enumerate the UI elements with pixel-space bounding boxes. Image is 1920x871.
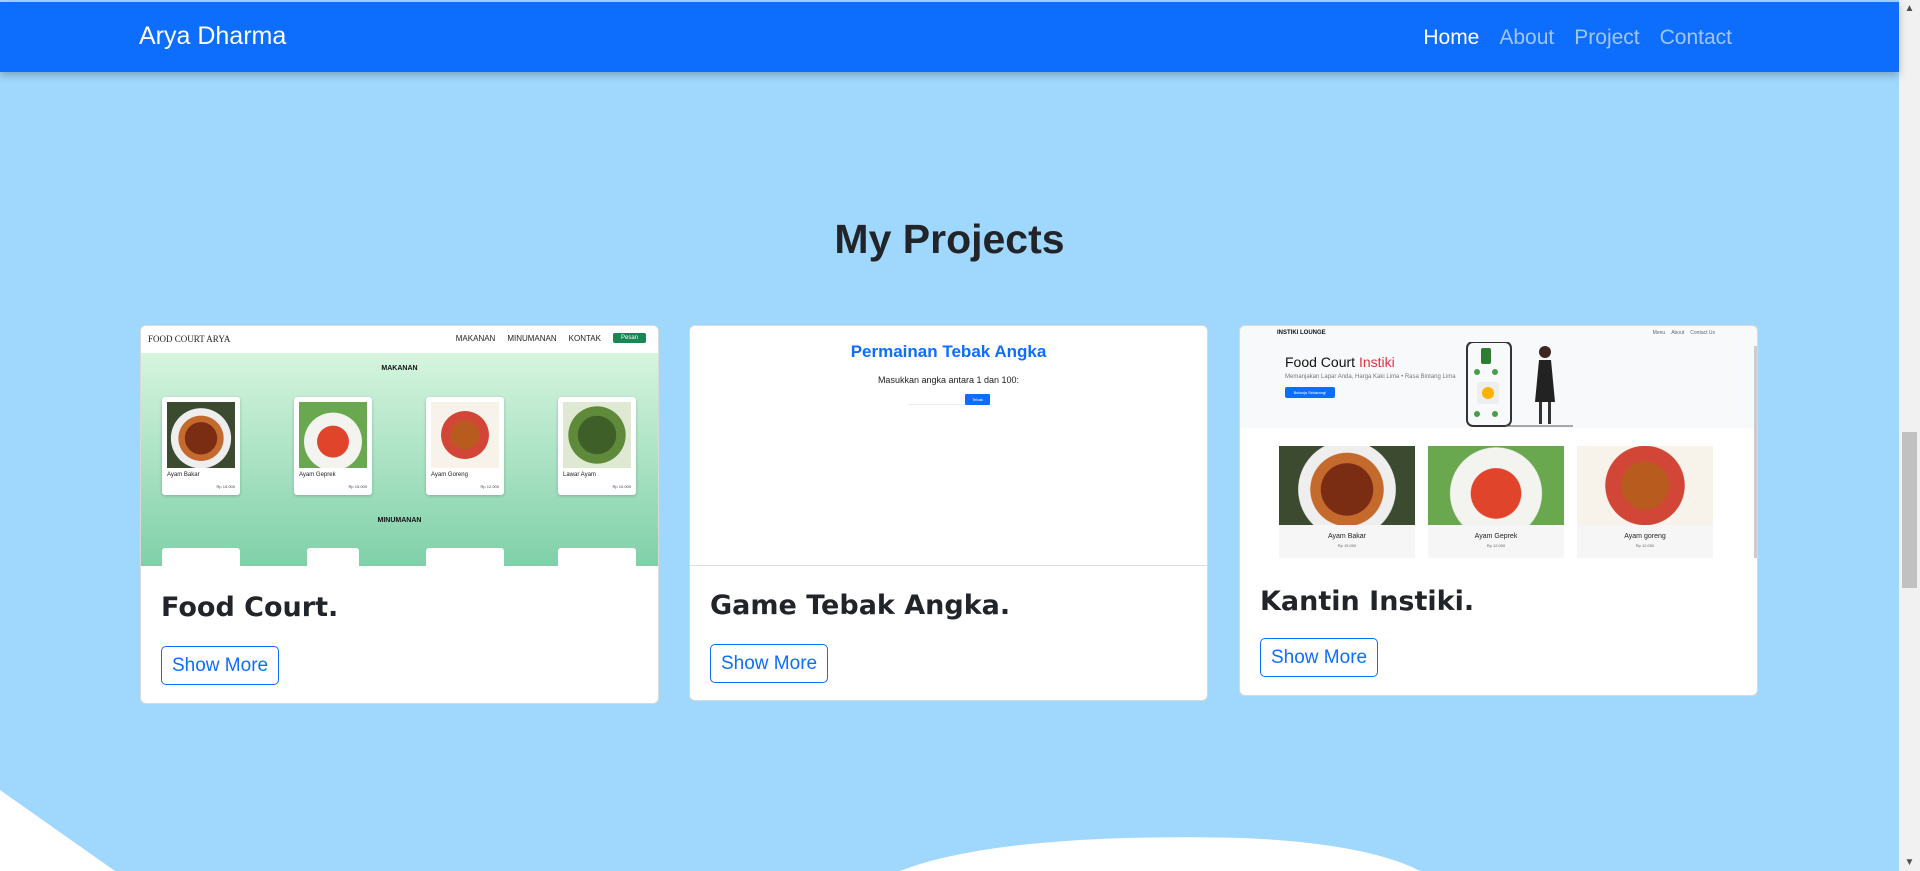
preview-body: MAKANAN Ayam Bakar Rp 15.000 Ayam Geprek… bbox=[141, 353, 658, 568]
preview-navbar: FOOD COURT ARYA MAKANAN MINUMANAN KONTAK… bbox=[141, 326, 658, 353]
hero-illustration-icon bbox=[1466, 342, 1573, 427]
preview-item-price: Rp 12.000 bbox=[480, 484, 499, 489]
wave-decoration bbox=[0, 790, 1420, 871]
preview-nav-button: Pesan bbox=[612, 333, 646, 343]
project-preview-food-court[interactable]: FOOD COURT ARYA MAKANAN MINUMANAN KONTAK… bbox=[141, 326, 658, 568]
preview-game-subtitle: Masukkan angka antara 1 dan 100: bbox=[877, 375, 1020, 385]
card-title: Food Court. bbox=[161, 592, 339, 623]
preview-hero-title-accent: Instiki bbox=[1358, 354, 1395, 370]
preview-nav-item: MINUMANAN bbox=[507, 333, 557, 343]
food-image bbox=[563, 402, 631, 468]
scroll-up-icon[interactable]: ▲ bbox=[1899, 0, 1920, 17]
nav-home[interactable]: Home bbox=[1423, 26, 1479, 50]
preview-nav-item: Contact Us bbox=[1690, 330, 1715, 336]
preview-nav-item: Menu bbox=[1652, 330, 1666, 336]
food-image bbox=[431, 402, 499, 468]
preview-nav-links: Menu About Contact Us bbox=[1653, 330, 1715, 336]
preview-menu-item: Ayam Geprek Rp 15.000 bbox=[294, 397, 372, 495]
preview-item-price: Rp 15.000 bbox=[216, 484, 235, 489]
preview-drink-item bbox=[558, 548, 636, 568]
section-title: My Projects bbox=[834, 216, 1065, 262]
preview-hero-title-main: Food Court bbox=[1285, 354, 1356, 370]
food-image bbox=[299, 402, 367, 468]
preview-item-price: Rp 10.000 bbox=[612, 484, 631, 489]
preview-brand: FOOD COURT ARYA bbox=[148, 334, 231, 344]
navbar-brand[interactable]: Arya Dharma bbox=[139, 22, 286, 51]
project-card-game: Permainan Tebak Angka Masukkan angka ant… bbox=[689, 325, 1208, 701]
project-preview-game[interactable]: Permainan Tebak Angka Masukkan angka ant… bbox=[690, 326, 1207, 566]
preview-item-name: Lawar Ayam bbox=[563, 472, 596, 478]
show-more-button[interactable]: Show More bbox=[161, 646, 280, 685]
show-more-button[interactable]: Show More bbox=[710, 644, 829, 683]
food-image bbox=[1577, 446, 1713, 525]
preview-section-drink: MINUMANAN bbox=[377, 517, 422, 524]
preview-item-name: Ayam goreng bbox=[1624, 533, 1666, 540]
preview-nav-links: MAKANAN MINUMANAN KONTAK Pesan bbox=[456, 333, 646, 343]
preview-item-price: Rp 12.000 bbox=[1635, 543, 1655, 548]
preview-item-price: Rp 15.000 bbox=[348, 484, 367, 489]
preview-scrollbar bbox=[1754, 346, 1757, 558]
preview-nav-item: MAKANAN bbox=[455, 333, 496, 343]
nav-contact[interactable]: Contact bbox=[1660, 26, 1732, 50]
nav-project[interactable]: Project bbox=[1574, 26, 1639, 50]
preview-item-name: Ayam Bakar bbox=[167, 472, 200, 478]
preview-game-page: Permainan Tebak Angka Masukkan angka ant… bbox=[690, 326, 1207, 566]
card-title: Game Tebak Angka. bbox=[710, 590, 1011, 621]
food-image bbox=[1279, 446, 1415, 525]
preview-item-name: Ayam Geprek bbox=[1474, 533, 1518, 540]
preview-item-name: Ayam Goreng bbox=[431, 472, 468, 478]
preview-menu-item: Ayam Goreng Rp 12.000 bbox=[426, 397, 504, 495]
preview-game-title: Permainan Tebak Angka bbox=[850, 342, 1047, 361]
preview-item-name: Ayam Bakar bbox=[1328, 533, 1366, 540]
show-more-button[interactable]: Show More bbox=[1260, 638, 1379, 677]
preview-hero-title: Food Court Instiki bbox=[1285, 354, 1395, 370]
preview-menu-section: Ayam Bakar Rp 15.000 Ayam Geprek Rp 12.0… bbox=[1240, 428, 1757, 560]
page-scrollbar[interactable]: ▲ ▼ bbox=[1899, 0, 1920, 871]
preview-menu-item: Ayam Bakar Rp 15.000 bbox=[162, 397, 240, 495]
nav-links: Home About Project Contact bbox=[1423, 26, 1732, 50]
preview-brand: INSTIKI LOUNGE bbox=[1277, 330, 1326, 336]
preview-drink-item bbox=[162, 548, 240, 568]
preview-item-price: Rp 12.000 bbox=[1486, 543, 1506, 548]
preview-menu-item: Ayam goreng Rp 12.000 bbox=[1577, 446, 1713, 558]
preview-menu-item: Lawar Ayam Rp 10.000 bbox=[558, 397, 636, 495]
project-preview-kantin[interactable]: INSTIKI LOUNGE Menu About Contact Us Foo… bbox=[1240, 326, 1757, 560]
preview-item-price: Rp 15.000 bbox=[1337, 543, 1357, 548]
navbar: Arya Dharma Home About Project Contact bbox=[0, 2, 1899, 72]
preview-kantin-page: INSTIKI LOUNGE Menu About Contact Us Foo… bbox=[1240, 326, 1757, 560]
preview-menu-item: Ayam Bakar Rp 15.000 bbox=[1279, 446, 1415, 558]
project-card-food-court: FOOD COURT ARYA MAKANAN MINUMANAN KONTAK… bbox=[140, 325, 659, 704]
preview-item-name: Ayam Geprek bbox=[299, 472, 336, 478]
preview-nav-item: KONTAK bbox=[568, 333, 601, 343]
preview-game-input bbox=[908, 394, 968, 405]
card-title: Kantin Instiki. bbox=[1260, 586, 1475, 617]
food-image bbox=[1428, 446, 1564, 525]
preview-drink-item bbox=[307, 548, 359, 568]
preview-hero-button: Belanja Sekarang! bbox=[1285, 387, 1335, 398]
nav-about[interactable]: About bbox=[1499, 26, 1554, 50]
food-image bbox=[167, 402, 235, 468]
project-card-kantin: INSTIKI LOUNGE Menu About Contact Us Foo… bbox=[1239, 325, 1758, 696]
preview-drink-item bbox=[426, 548, 504, 568]
preview-game-button: Tebak bbox=[965, 394, 990, 405]
scroll-thumb[interactable] bbox=[1902, 432, 1917, 588]
preview-section-food: MAKANAN bbox=[381, 365, 418, 372]
preview-nav-item: About bbox=[1671, 330, 1685, 336]
preview-menu-item: Ayam Geprek Rp 12.000 bbox=[1428, 446, 1564, 558]
preview-hero-subtitle: Memanjakan Lapar Anda, Harga Kaki Lima •… bbox=[1285, 374, 1456, 380]
scroll-down-icon[interactable]: ▼ bbox=[1899, 854, 1920, 871]
